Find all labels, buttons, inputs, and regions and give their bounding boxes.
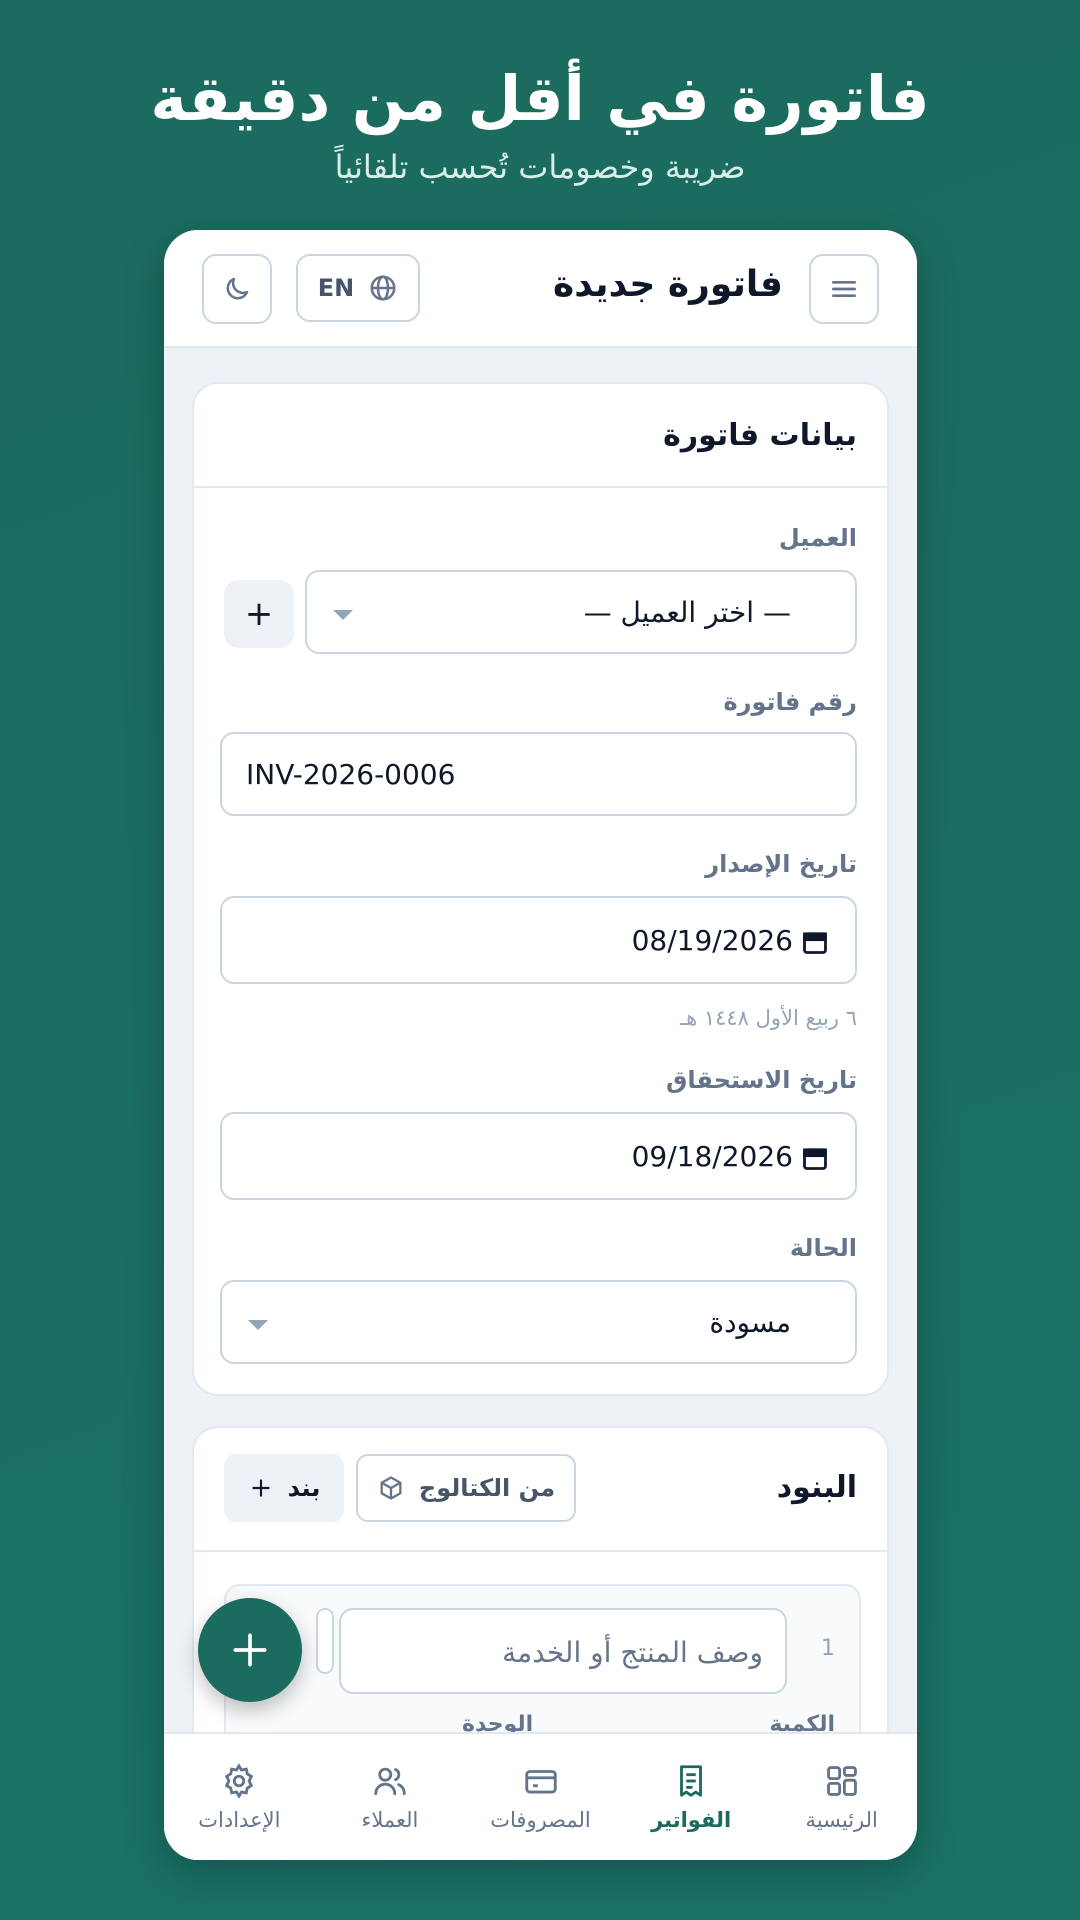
users-icon — [374, 1767, 406, 1796]
page-title: فاتورة جديدة — [553, 264, 783, 305]
menu-icon — [832, 281, 856, 297]
box-icon — [380, 1476, 402, 1500]
hero-title: فاتورة في أقل من دقيقة — [150, 62, 930, 135]
calendar-icon[interactable] — [801, 928, 829, 956]
language-label: EN — [317, 274, 355, 302]
client-select[interactable]: — اختر العميل — — [305, 570, 857, 654]
top-bar: فاتورة جديدة EN — [164, 230, 917, 348]
chevron-down-icon — [333, 610, 353, 620]
plus-icon — [252, 1479, 270, 1497]
receipt-icon — [680, 1765, 703, 1797]
item-extra-field[interactable] — [316, 1608, 334, 1674]
nav-label-clients: العملاء — [361, 1808, 419, 1832]
issue-date-value: 08/19/2026 — [631, 924, 793, 957]
nav-label-home: الرئيسية — [805, 1808, 878, 1832]
issue-date-hijri: ٦ ربيع الأول ١٤٤٨ هـ — [679, 1006, 857, 1030]
chevron-down-icon — [248, 1320, 268, 1330]
due-date-value: 09/18/2026 — [631, 1140, 793, 1173]
nav-label-invoices: الفواتير — [651, 1808, 732, 1832]
client-select-value: — اختر العميل — — [583, 596, 791, 629]
language-toggle-button[interactable]: EN — [296, 254, 420, 322]
add-item-button-label: بند — [287, 1474, 321, 1502]
line-item-index: 1 — [821, 1636, 835, 1661]
nav-item-settings[interactable]: الإعدادات — [164, 1734, 315, 1860]
status-select[interactable]: مسودة — [220, 1280, 857, 1364]
dashboard-icon — [826, 1766, 857, 1796]
add-client-button[interactable]: + — [224, 580, 294, 648]
invoice-number-label: رقم فاتورة — [723, 688, 857, 716]
client-label: العميل — [778, 524, 857, 552]
due-date-label: تاريخ الاستحقاق — [665, 1066, 857, 1094]
card-header: بيانات فاتورة — [194, 384, 887, 488]
catalog-button-label: من الكتالوج — [418, 1474, 556, 1502]
nav-item-home[interactable]: الرئيسية — [766, 1734, 917, 1860]
add-item-button[interactable]: بند — [224, 1454, 344, 1522]
nav-label-settings: الإعدادات — [198, 1808, 281, 1832]
gear-icon — [225, 1763, 254, 1799]
item-description-placeholder: وصف المنتج أو الخدمة — [502, 1636, 763, 1669]
item-description-input[interactable]: وصف المنتج أو الخدمة — [339, 1608, 787, 1694]
invoice-number-value: INV-2026-0006 — [246, 758, 456, 791]
nav-label-expenses: المصروفات — [490, 1808, 591, 1832]
globe-icon — [370, 275, 396, 301]
nav-item-invoices[interactable]: الفواتير — [616, 1734, 767, 1860]
nav-item-clients[interactable]: العملاء — [315, 1734, 466, 1860]
credit-card-icon — [524, 1770, 557, 1794]
items-card-header: البنود من الكتالوج بند — [194, 1428, 887, 1552]
status-label: الحالة — [789, 1234, 857, 1262]
issue-date-label: تاريخ الإصدار — [705, 850, 857, 878]
status-select-value: مسودة — [709, 1306, 791, 1339]
due-date-field[interactable]: 09/18/2026 — [220, 1112, 857, 1200]
moon-icon — [226, 277, 249, 300]
theme-toggle-button[interactable] — [202, 254, 272, 324]
invoice-details-card: بيانات فاتورة العميل — اختر العميل — + ر… — [192, 382, 889, 1396]
invoice-number-field[interactable]: INV-2026-0006 — [220, 732, 857, 816]
plus-icon — [233, 1633, 267, 1667]
nav-item-expenses[interactable]: المصروفات — [465, 1734, 616, 1860]
bottom-navigation: الرئيسية الفواتير المصروفات العملاء الإع… — [164, 1732, 917, 1860]
floating-add-button[interactable] — [198, 1598, 302, 1702]
catalog-button[interactable]: من الكتالوج — [356, 1454, 576, 1522]
calendar-icon[interactable] — [801, 1144, 829, 1172]
issue-date-field[interactable]: 08/19/2026 — [220, 896, 857, 984]
phone-frame: فاتورة جديدة EN بيانات فاتورة العميل — ا… — [164, 230, 917, 1860]
hero-subtitle: ضريبة وخصومات تُحسب تلقائياً — [334, 148, 746, 186]
card-title: بيانات فاتورة — [663, 418, 857, 453]
menu-button[interactable] — [809, 254, 879, 324]
items-title: البنود — [776, 1470, 857, 1505]
